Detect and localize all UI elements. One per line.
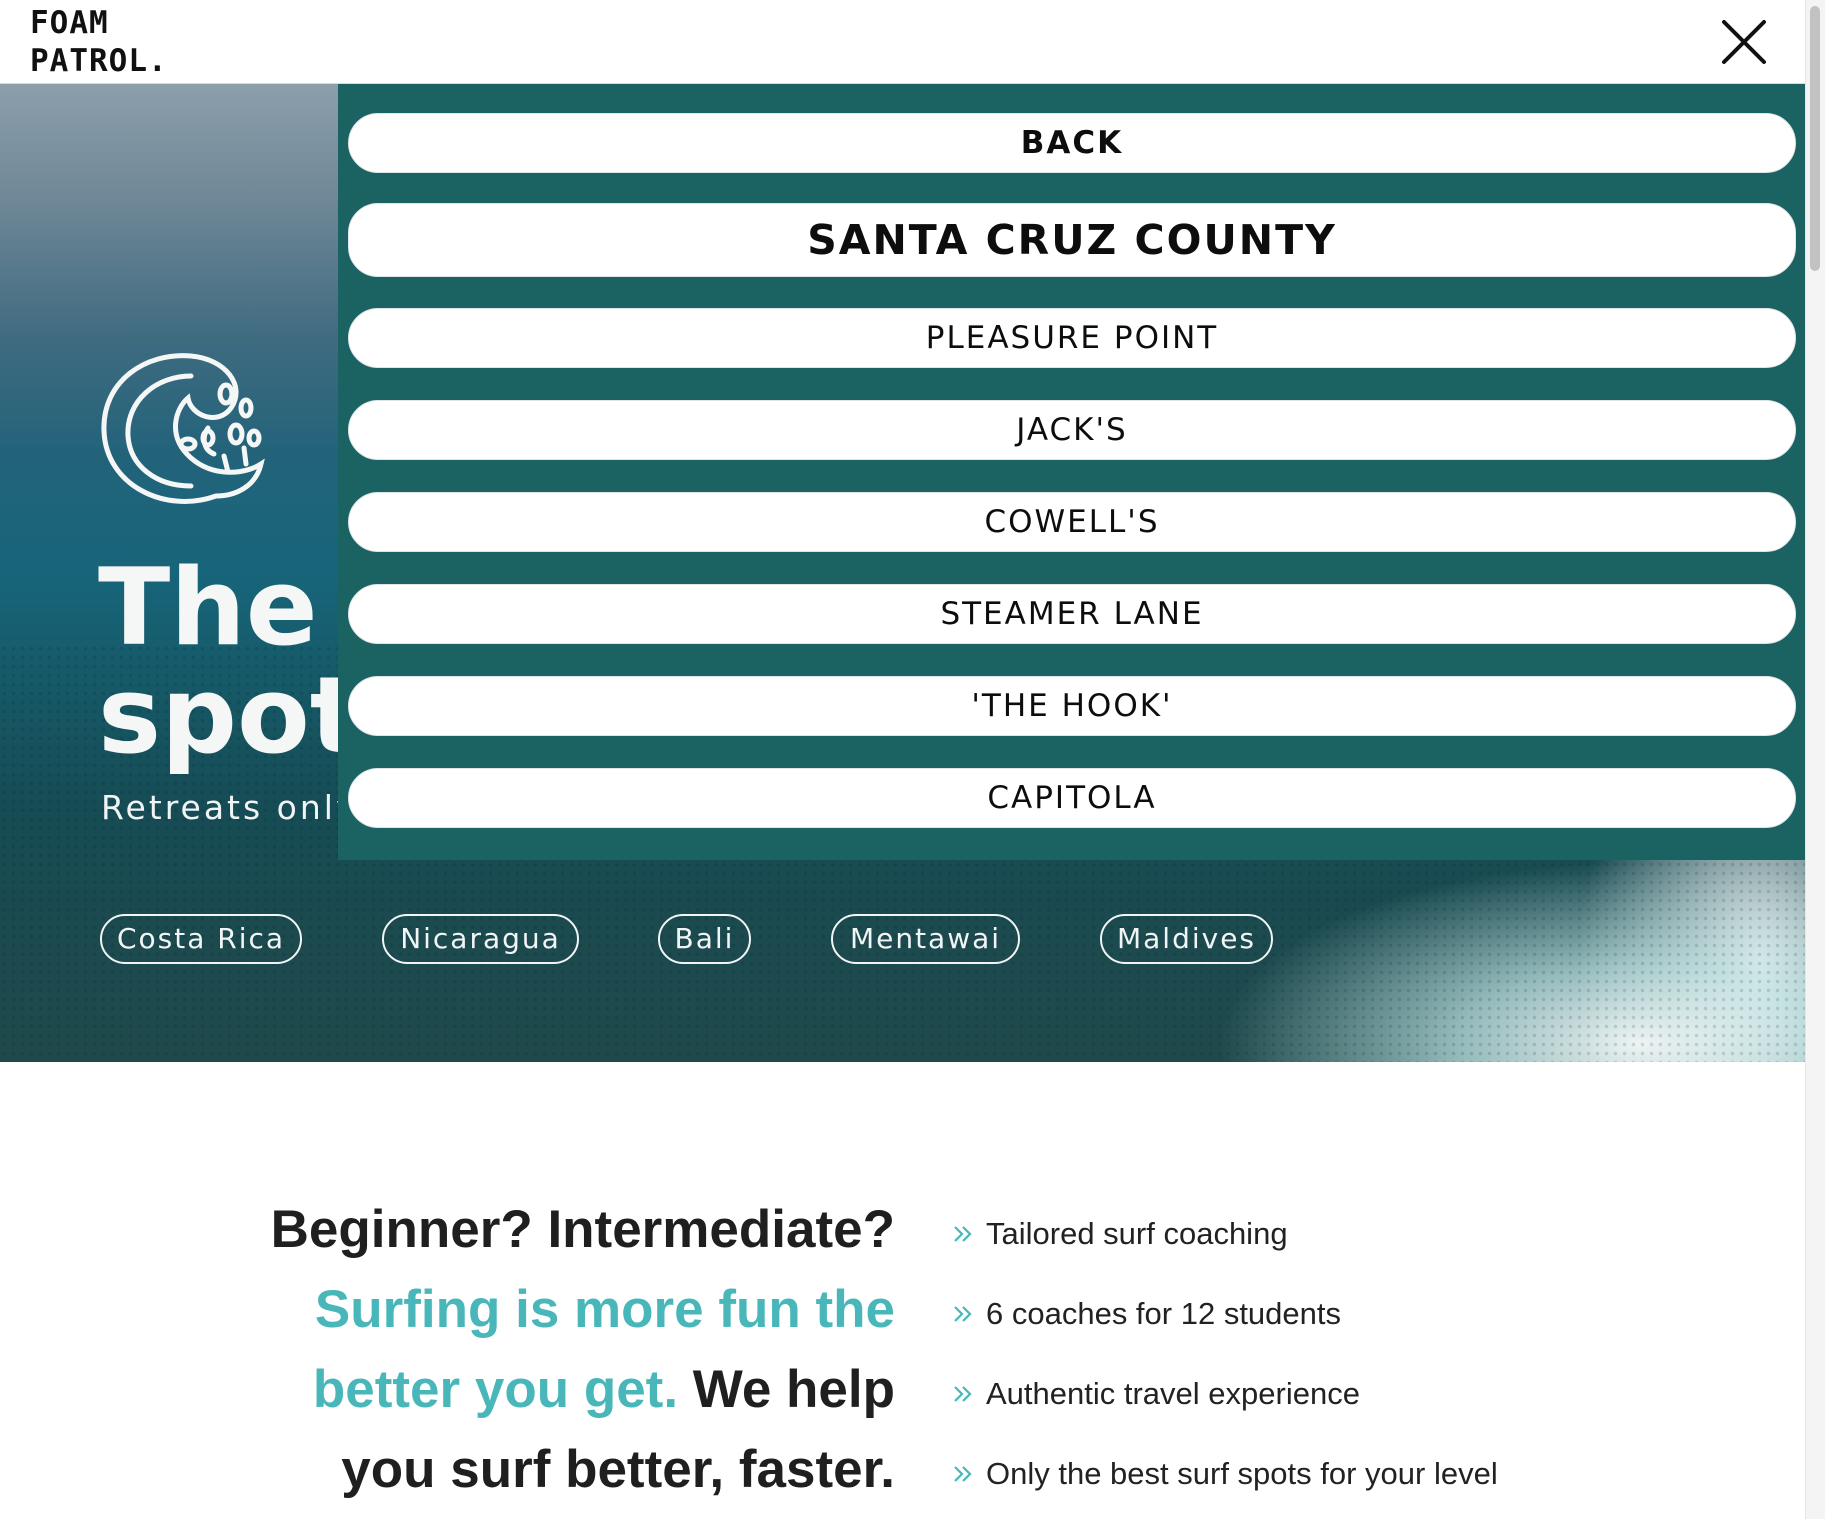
- region-heading-button[interactable]: SANTA CRUZ COUNTY: [348, 203, 1796, 277]
- destination-pill-maldives[interactable]: Maldives: [1100, 914, 1273, 964]
- site-header: FOAM PATROL.: [0, 0, 1805, 84]
- intro-line-dark-1: Beginner? Intermediate?: [270, 1200, 895, 1259]
- destination-pill-mentawai[interactable]: Mentawai: [831, 914, 1020, 964]
- menu-item-jacks[interactable]: JACK'S: [348, 400, 1796, 460]
- logo-line1: FOAM: [30, 5, 109, 41]
- back-button[interactable]: BACK: [348, 113, 1796, 173]
- page: The spot Retreats only Costa Rica Nicara…: [0, 0, 1825, 1519]
- feature-item: 6 coaches for 12 students: [952, 1274, 1498, 1354]
- feature-item: Only the best surf spots for your level: [952, 1434, 1498, 1514]
- spots-dropdown-panel: BACK SANTA CRUZ COUNTY PLEASURE POINT JA…: [338, 84, 1805, 860]
- double-chevron-right-icon: [954, 1466, 972, 1482]
- feature-list: Tailored surf coaching 6 coaches for 12 …: [952, 1194, 1498, 1514]
- hero-subtitle: Retreats only: [101, 788, 359, 827]
- menu-item-steamer-lane[interactable]: STEAMER LANE: [348, 584, 1796, 644]
- menu-item-pleasure-point[interactable]: PLEASURE POINT: [348, 308, 1796, 368]
- hero-title-line1: The: [98, 546, 318, 669]
- logo-line2: PATROL.: [30, 43, 168, 79]
- scrollbar-thumb[interactable]: [1810, 6, 1820, 271]
- destination-pill-costa-rica[interactable]: Costa Rica: [100, 914, 302, 964]
- double-chevron-right-icon: [954, 1226, 972, 1242]
- destination-pill-bali[interactable]: Bali: [658, 914, 751, 964]
- hero-title-line2: spot: [98, 654, 361, 777]
- hero-title: The spot: [98, 554, 360, 770]
- intro-heading: Beginner? Intermediate? Surfing is more …: [240, 1190, 895, 1510]
- menu-item-the-hook[interactable]: 'THE HOOK': [348, 676, 1796, 736]
- feature-item: Tailored surf coaching: [952, 1194, 1498, 1274]
- feature-text: Only the best surf spots for your level: [986, 1456, 1498, 1491]
- destination-pill-nicaragua[interactable]: Nicaragua: [382, 914, 579, 964]
- double-chevron-right-icon: [954, 1306, 972, 1322]
- double-chevron-right-icon: [954, 1386, 972, 1402]
- menu-item-capitola[interactable]: CAPITOLA: [348, 768, 1796, 828]
- feature-item: Authentic travel experience: [952, 1354, 1498, 1434]
- menu-item-cowells[interactable]: COWELL'S: [348, 492, 1796, 552]
- site-logo[interactable]: FOAM PATROL.: [30, 4, 168, 80]
- feature-text: Authentic travel experience: [986, 1376, 1360, 1411]
- feature-text: 6 coaches for 12 students: [986, 1296, 1342, 1331]
- feature-text: Tailored surf coaching: [986, 1216, 1288, 1251]
- close-x-icon[interactable]: [1716, 14, 1772, 70]
- wave-splash-icon: [101, 353, 265, 504]
